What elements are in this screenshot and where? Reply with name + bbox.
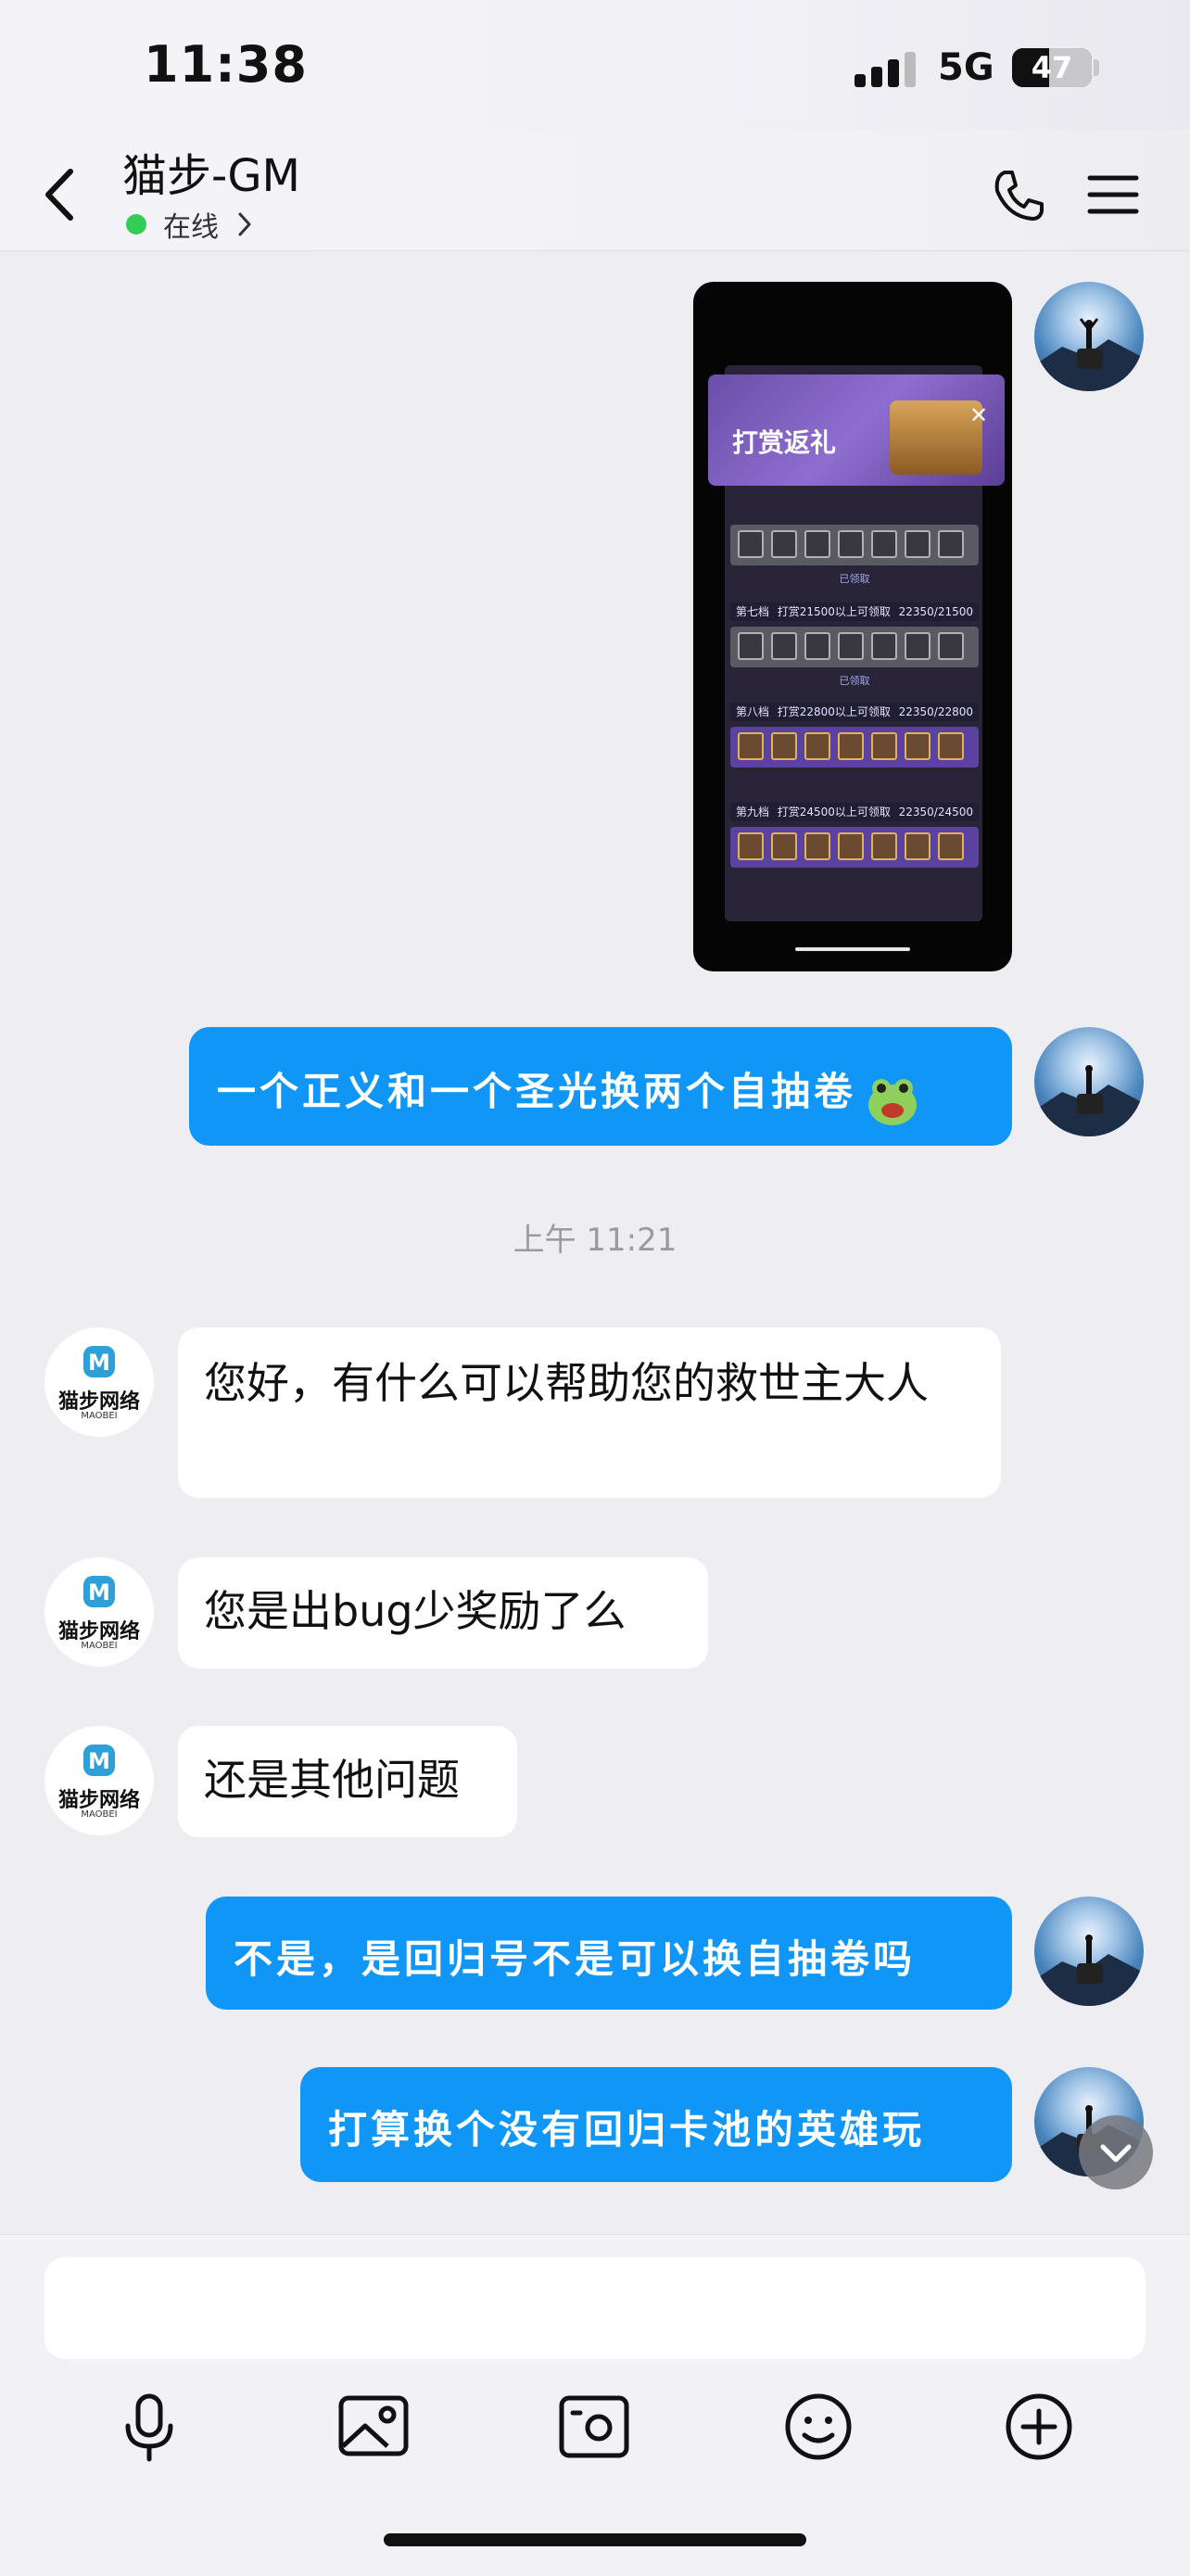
signal-icon [855,52,919,87]
message-bubble-outgoing[interactable]: 不是，是回归号不是可以换自抽卷吗 [206,1897,1012,2010]
gm-brand-sub: MAOBEI [81,1809,118,1820]
tier-progress: 22350/22800 [898,705,973,718]
online-text: 在线 [163,211,219,244]
camera-button[interactable] [552,2385,636,2468]
network-label: 5G [938,46,994,89]
more-button[interactable] [997,2385,1081,2468]
call-button[interactable] [988,165,1049,226]
tier-name: 第九档 [736,806,770,818]
message-input[interactable] [44,2257,1146,2359]
battery-icon: 47 [1012,48,1092,87]
smiley-icon [785,2393,852,2460]
tier-label: 第九档 打赏24500以上可领取 22350/24500 [730,803,979,821]
svg-text:M: M [88,1350,110,1376]
user-avatar[interactable] [1034,1897,1144,2006]
emoji-button[interactable] [777,2385,860,2468]
plus-circle-icon [1006,2393,1072,2460]
message-text: 打算换个没有回归卡池的英雄玩 [328,2107,926,2152]
message-text: 您是出bug少奖励了么 [204,1586,627,1636]
reward-row [730,525,979,565]
chevron-down-icon [1100,2144,1132,2163]
tier-progress: 22350/24500 [898,806,973,818]
tier-desc: 打赏21500以上可领取 [777,605,891,618]
battery-cap [1094,59,1099,76]
message-bubble-outgoing[interactable]: 打算换个没有回归卡池的英雄玩 [300,2067,1012,2182]
phone-icon [994,171,1044,221]
message-text: 您好，有什么可以帮助您的救世主大人 [204,1358,929,1408]
user-avatar[interactable] [1034,282,1144,391]
gm-brand-sub: MAOBEI [81,1411,118,1421]
tier-label: 第七档 打赏21500以上可领取 22350/21500 [730,603,979,621]
menu-button[interactable] [1086,167,1140,222]
close-icon: ✕ [969,402,989,428]
message-bubble-incoming[interactable]: 您好，有什么可以帮助您的救世主大人 [178,1327,1001,1498]
tier-desc: 打赏24500以上可领取 [777,806,891,818]
status-bar: 11:38 5G 47 [0,0,1190,139]
svg-text:M: M [88,1748,110,1774]
voice-button[interactable] [108,2385,191,2468]
battery-level: 47 [1031,50,1073,85]
message-text: 不是，是回归号不是可以换自抽卷吗 [234,1936,917,1982]
microphone-icon [125,2393,173,2462]
chat-title[interactable]: 猫步-GM [122,139,300,204]
frog-emoji-icon [865,1075,920,1127]
message-timestamp: 上午 11:21 [513,1222,677,1259]
user-avatar[interactable] [1034,1027,1144,1136]
tier-progress: 22350/21500 [898,605,973,618]
image-banner-title: 打赏返礼 [732,427,837,458]
chevron-left-icon [45,169,73,221]
tier-label: 第八档 打赏22800以上可领取 22350/22800 [730,703,979,721]
reward-row [730,627,979,667]
online-dot [126,214,146,235]
photo-button[interactable] [332,2385,415,2468]
image-message[interactable]: 打赏返礼 ✕ 已领取 第七档 打赏21500以上可领取 22350/21500 … [693,282,1012,971]
scroll-to-bottom-button[interactable] [1079,2115,1153,2189]
tier-name: 第八档 [736,705,770,718]
gm-avatar[interactable]: M 猫步网络 MAOBEI [44,1557,154,1667]
reward-row [730,827,979,868]
chat-header: 猫步-GM 在线 [0,130,1190,251]
back-button[interactable] [37,162,83,227]
image-icon [338,2395,409,2456]
tier-desc: 打赏22800以上可领取 [777,705,891,718]
reward-row [730,727,979,768]
treasure-chest-icon [890,400,982,475]
hamburger-icon [1087,175,1139,214]
home-indicator [384,2533,806,2546]
message-bubble-incoming[interactable]: 您是出bug少奖励了么 [178,1557,708,1669]
tier-name: 第七档 [736,605,770,618]
message-bubble-outgoing[interactable]: 一个正义和一个圣光换两个自抽卷 [189,1027,1012,1146]
claimed-label: 已领取 [839,573,870,585]
claimed-label: 已领取 [839,675,870,687]
image-home-indicator [795,947,910,951]
online-status[interactable]: 在线 [126,206,254,244]
input-area [0,2234,1190,2576]
camera-icon [559,2395,629,2458]
gm-brand-sub: MAOBEI [81,1641,118,1651]
svg-text:M: M [88,1580,110,1605]
message-text: 还是其他问题 [204,1755,460,1805]
message-bubble-incoming[interactable]: 还是其他问题 [178,1726,517,1837]
gm-avatar[interactable]: M 猫步网络 MAOBEI [44,1327,154,1437]
message-text: 一个正义和一个圣光换两个自抽卷 [217,1069,857,1114]
chevron-right-icon [238,212,251,236]
status-time: 11:38 [144,35,308,94]
gm-avatar[interactable]: M 猫步网络 MAOBEI [44,1726,154,1835]
